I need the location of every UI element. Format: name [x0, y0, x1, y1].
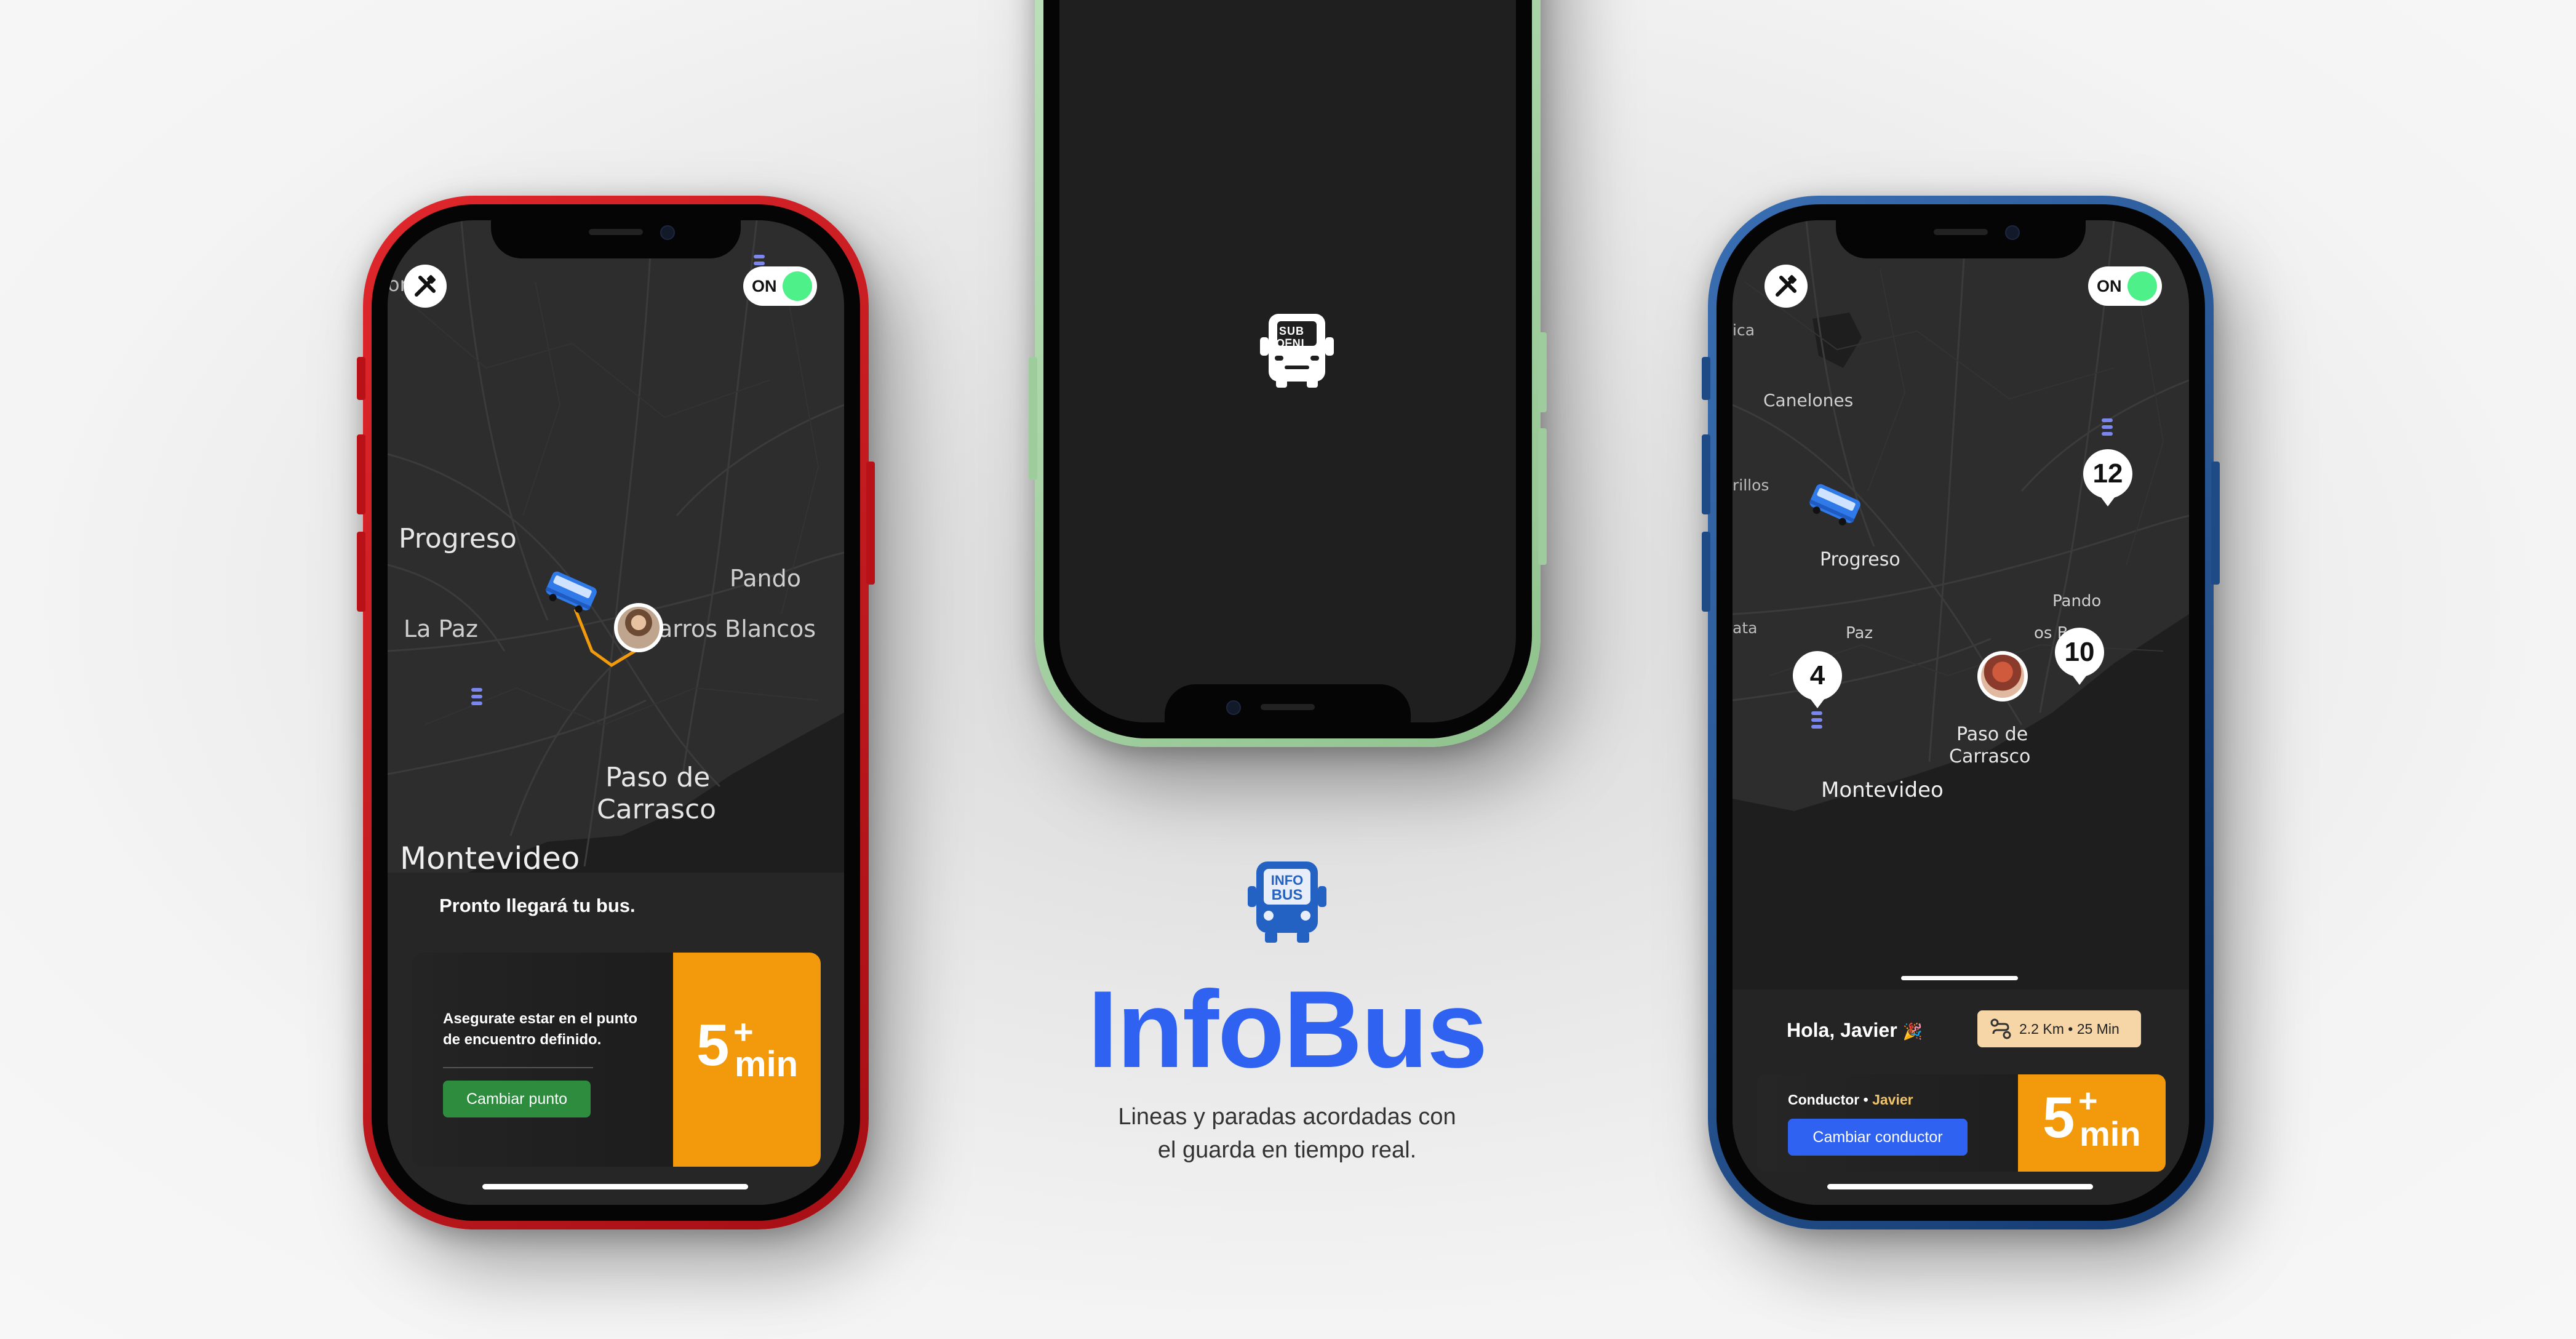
- user-location-avatar[interactable]: [1977, 651, 2028, 701]
- tools-button[interactable]: [1765, 265, 1808, 308]
- card-divider: [443, 1067, 593, 1068]
- right-phone-volume-up: [1702, 434, 1710, 514]
- right-phone: ica Canelones rillos Progreso Pando ata …: [1702, 196, 2220, 1229]
- right-phone-silent-switch: [1702, 357, 1710, 400]
- map-label-progreso: Progreso: [399, 523, 517, 554]
- right-phone-screen: ica Canelones rillos Progreso Pando ata …: [1733, 220, 2189, 1205]
- eta-number: 5: [2043, 1085, 2075, 1149]
- driver-row: Conductor • Javier: [1788, 1092, 1913, 1108]
- tools-icon: [415, 275, 436, 297]
- map-label-la-paz: La Paz: [404, 615, 478, 642]
- driver-card: Conductor • Javier Cambiar conductor 5 +…: [1757, 1074, 2166, 1172]
- center-phone: OᖴNI SUB: [1029, 0, 1547, 747]
- map-label-ica: ica: [1733, 321, 1755, 339]
- left-phone-power: [866, 462, 875, 585]
- tools-button[interactable]: [404, 265, 447, 308]
- toggle-knob: [2127, 271, 2157, 301]
- left-phone-silent-switch: [357, 357, 365, 400]
- status-toggle[interactable]: ON: [743, 266, 817, 306]
- eta-box: 5 + min: [673, 953, 821, 1167]
- driver-label: Conductor •: [1788, 1092, 1868, 1108]
- bus-stop-marker-icon-4[interactable]: [1811, 711, 1822, 733]
- map-label-paso-de: Paso de: [605, 762, 711, 793]
- greeting-text: Hola, Javier 🎉: [1787, 1019, 1923, 1042]
- bus-stop-marker-icon-12[interactable]: [2102, 418, 2113, 441]
- bus-marker-icon[interactable]: [543, 570, 598, 617]
- map-label-la-paz: Paz: [1846, 624, 1873, 642]
- map-label-rillos: rillos: [1733, 476, 1769, 494]
- stop-pin-4[interactable]: 4: [1793, 651, 1842, 700]
- change-point-button[interactable]: Cambiar punto: [443, 1081, 591, 1117]
- eta-unit: min: [735, 1044, 799, 1084]
- map-label-montevideo: Montevideo: [400, 841, 580, 876]
- right-phone-power: [2211, 462, 2220, 585]
- map-label-carrasco: Carrasco: [597, 794, 717, 825]
- toggle-label: ON: [752, 277, 777, 295]
- map-label-ata: ata: [1733, 619, 1758, 637]
- stop-pin-12[interactable]: 12: [2083, 449, 2132, 498]
- change-driver-button[interactable]: Cambiar conductor: [1788, 1119, 1968, 1156]
- toggle-knob: [783, 271, 812, 301]
- left-phone-volume-up: [357, 434, 365, 514]
- front-camera: [2005, 225, 2020, 240]
- left-phone: ones Progreso Pando La Paz arros Blancos…: [357, 196, 875, 1229]
- card-instruction-line1: Asegurate estar en el punto: [443, 1010, 638, 1027]
- speaker-grille: [1261, 704, 1315, 710]
- toggle-label: ON: [2097, 277, 2122, 295]
- arrival-notice: Pronto llegará tu bus.: [439, 895, 636, 916]
- logo-text-bus: BUS: [1272, 887, 1303, 903]
- user-location-avatar[interactable]: [614, 603, 663, 652]
- home-indicator[interactable]: [482, 1184, 748, 1189]
- center-phone-button-3: [1538, 503, 1547, 565]
- route-icon: [1990, 1018, 2011, 1039]
- splash-bus-logo-icon: [1260, 314, 1334, 388]
- speaker-grille: [1934, 229, 1988, 235]
- trip-info-badge: 2.2 Km • 25 Min: [1977, 1010, 2141, 1047]
- map-label-montevideo: Montevideo: [1821, 778, 1944, 802]
- map-label-progreso: Progreso: [1820, 549, 1900, 570]
- greeting-label: Hola, Javier: [1787, 1019, 1897, 1041]
- center-phone-screen: OᖴNI SUB: [1059, 0, 1516, 722]
- eta-box: 5 + min: [2018, 1074, 2166, 1172]
- trip-info-text: 2.2 Km • 25 Min: [2019, 1020, 2119, 1037]
- home-indicator[interactable]: [1827, 1184, 2093, 1189]
- map-label-barros-blancos: arros Blancos: [658, 615, 816, 642]
- center-phone-button-2: [1538, 428, 1547, 508]
- eta-card: Asegurate estar en el punto de encuentro…: [412, 953, 821, 1167]
- infobus-logo-icon: INFO BUS: [1248, 861, 1326, 943]
- bus-marker-icon[interactable]: [1806, 482, 1862, 529]
- eta-unit: min: [2080, 1114, 2141, 1153]
- tools-icon: [1776, 275, 1796, 297]
- brand-subtitle-line1: Lineas y paradas acordadas con: [1118, 1104, 1456, 1130]
- splash-logo-text-line2: SUB: [1279, 325, 1305, 337]
- front-camera: [1226, 700, 1241, 715]
- map-label-paso-de: Paso de: [1956, 724, 2028, 745]
- party-emoji-icon: 🎉: [1902, 1022, 1923, 1041]
- center-phone-button-1: [1538, 332, 1547, 412]
- map-label-pando: Pando: [2052, 592, 2102, 610]
- card-instruction-line2: de encuentro definido.: [443, 1031, 602, 1048]
- left-phone-screen: ones Progreso Pando La Paz arros Blancos…: [388, 220, 844, 1205]
- right-phone-notch: [1836, 220, 2086, 258]
- sheet-handle[interactable]: [1901, 976, 2018, 980]
- brand-title: InfoBus: [1087, 968, 1488, 1090]
- map-label-canelones: Canelones: [1763, 390, 1854, 410]
- eta-number: 5: [696, 1012, 730, 1078]
- front-camera: [660, 225, 675, 240]
- brand-subtitle-line2: el guarda en tiempo real.: [1157, 1137, 1417, 1163]
- logo-text-info: INFO: [1271, 873, 1304, 888]
- map-label-carrasco: Carrasco: [1949, 746, 2031, 767]
- map-label-pando: Pando: [730, 565, 801, 592]
- center-phone-volume-up: [1029, 357, 1037, 480]
- speaker-grille: [589, 229, 643, 235]
- status-toggle[interactable]: ON: [2088, 266, 2162, 306]
- left-phone-volume-down: [357, 532, 365, 612]
- bus-stop-marker-icon[interactable]: [471, 688, 482, 710]
- right-phone-volume-down: [1702, 532, 1710, 612]
- driver-name: Javier: [1872, 1092, 1913, 1108]
- stop-pin-10[interactable]: 10: [2055, 628, 2104, 677]
- center-phone-notch: [1165, 684, 1411, 722]
- splash-logo-text-line1: OᖴNI: [1276, 337, 1305, 350]
- left-phone-notch: [491, 220, 741, 258]
